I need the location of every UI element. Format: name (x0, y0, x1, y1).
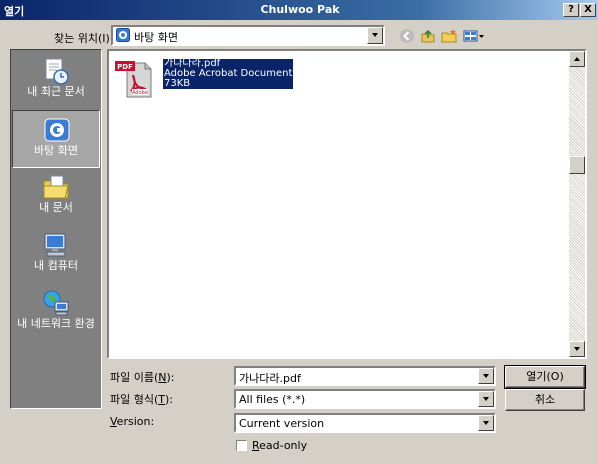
file-list[interactable]: PDF Adobe 가나다라.pdf Adobe Acrobat Documen… (107, 49, 587, 359)
cancel-button[interactable]: 취소 (505, 389, 585, 411)
scroll-up-button[interactable] (569, 51, 585, 67)
look-in-dropdown[interactable]: 바탕 화면 (111, 25, 385, 46)
place-desktop[interactable]: 바탕 화면 (12, 110, 100, 168)
place-label: 내 문서 (39, 201, 73, 214)
window-title: 열기 (4, 5, 25, 18)
place-label: 내 최근 문서 (27, 85, 85, 98)
help-button[interactable]: ? (563, 3, 579, 17)
up-folder-icon[interactable] (419, 27, 437, 45)
chevron-down-icon[interactable] (367, 27, 383, 44)
pdf-file-icon: PDF Adobe (115, 61, 152, 98)
svg-text:Adobe: Adobe (132, 90, 148, 96)
chevron-down-icon[interactable] (478, 368, 494, 384)
look-in-label: 찾는 위치(I): (54, 32, 114, 45)
file-name-label: 파일 이름(N): (110, 371, 175, 384)
window-center-title: Chulwoo Pak (260, 3, 340, 16)
read-only-checkbox[interactable] (236, 440, 247, 451)
place-network[interactable]: 내 네트워크 환경 (12, 284, 100, 348)
file-item[interactable]: PDF Adobe 가나다라.pdf Adobe Acrobat Documen… (115, 57, 305, 99)
file-type-label: 파일 형식(T): (110, 393, 174, 406)
place-label: 바탕 화면 (34, 144, 78, 157)
close-button[interactable]: X (580, 3, 596, 17)
file-size: 73KB (164, 78, 191, 89)
chevron-down-icon[interactable] (478, 391, 494, 407)
file-name-field[interactable]: 가나다라.pdf (234, 366, 496, 386)
new-folder-icon[interactable] (440, 27, 458, 45)
scroll-down-button[interactable] (569, 341, 585, 357)
version-dropdown[interactable]: Current version (234, 413, 496, 433)
desktop-icon (44, 118, 70, 142)
version-value: Current version (239, 417, 325, 430)
open-button[interactable]: 열기(O) (504, 365, 586, 389)
file-type-value: All files (*.*) (239, 393, 306, 406)
version-label: Version: (110, 415, 155, 428)
chevron-down-icon[interactable] (478, 415, 494, 431)
my-documents-icon (43, 175, 69, 199)
my-computer-icon (44, 233, 66, 257)
svg-text:PDF: PDF (117, 63, 133, 71)
file-name-value[interactable]: 가나다라.pdf (239, 370, 301, 386)
file-details: 가나다라.pdf Adobe Acrobat Document 73KB (161, 58, 295, 90)
place-label: 내 컴퓨터 (34, 259, 78, 272)
back-icon[interactable] (398, 27, 416, 45)
place-my-computer[interactable]: 내 컴퓨터 (12, 226, 100, 284)
place-my-documents[interactable]: 내 문서 (12, 168, 100, 226)
places-bar: 내 최근 문서 바탕 화면 내 문서 내 컴퓨터 내 네트워크 환경 (10, 49, 102, 409)
view-menu-icon[interactable] (462, 27, 486, 45)
vertical-scrollbar[interactable] (569, 51, 585, 357)
network-places-icon (43, 290, 69, 316)
recent-documents-icon (45, 58, 69, 85)
place-label: 내 네트워크 환경 (17, 317, 95, 330)
file-type-dropdown[interactable]: All files (*.*) (234, 389, 496, 409)
place-recent-documents[interactable]: 내 최근 문서 (12, 52, 100, 110)
read-only-label[interactable]: Read-only (252, 439, 307, 452)
scroll-thumb[interactable] (569, 156, 585, 174)
look-in-value: 바탕 화면 (134, 31, 178, 44)
desktop-icon (116, 28, 130, 42)
